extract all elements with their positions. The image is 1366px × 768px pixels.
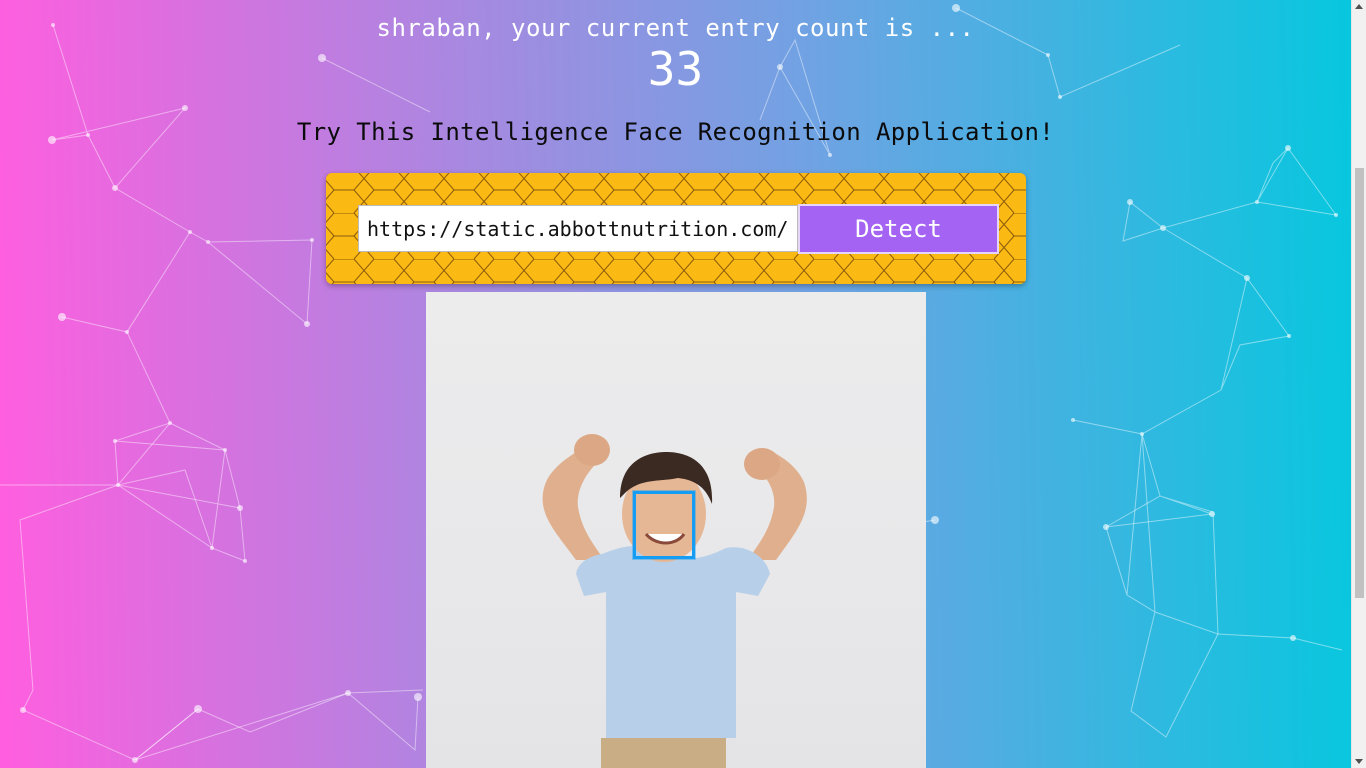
scrollbar-thumb[interactable] — [1355, 168, 1364, 598]
page-scrollbar[interactable] — [1351, 0, 1366, 768]
entry-greeting: shraban, your current entry count is ... — [376, 14, 975, 42]
scroll-up-arrow-icon[interactable] — [1355, 4, 1363, 9]
face-bounding-box — [633, 491, 695, 559]
image-url-input[interactable] — [358, 205, 798, 252]
main-content: shraban, your current entry count is ...… — [0, 0, 1351, 768]
entry-count: 33 — [647, 42, 704, 96]
scroll-down-arrow-icon[interactable] — [1355, 759, 1363, 764]
face-detection-image — [426, 292, 926, 768]
app-tagline: Try This Intelligence Face Recognition A… — [296, 118, 1055, 146]
detect-button[interactable]: Detect — [798, 204, 999, 254]
image-link-form: Detect — [326, 173, 1026, 284]
